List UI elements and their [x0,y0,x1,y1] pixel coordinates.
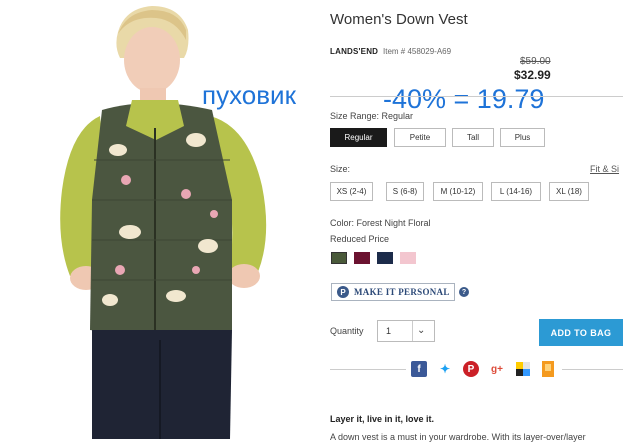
size-range-petite-button[interactable]: Petite [394,128,446,147]
size-s-button[interactable]: S (6-8) [386,182,424,201]
share-divider-right [562,369,623,370]
brand-logo: LANDS'END [330,47,379,56]
size-range-regular-button[interactable]: Regular [330,128,387,147]
size-range-label: Size Range: Regular [330,111,414,121]
quantity-label: Quantity [330,326,364,336]
product-title: Women's Down Vest [330,11,468,28]
russian-overlay-text: пуховик [202,80,296,110]
size-m-button[interactable]: M (10-12) [433,182,483,201]
divider [330,96,623,97]
size-xl-button[interactable]: XL (18) [549,182,589,201]
size-range-tall-button[interactable]: Tall [452,128,494,147]
bookmark-icon[interactable] [540,361,556,377]
size-range-plus-button[interactable]: Plus [500,128,545,147]
size-xs-button[interactable]: XS (2-4) [330,182,373,201]
chevron-down-icon: ⌄ [417,325,426,336]
facebook-icon[interactable]: f [411,361,427,377]
help-icon[interactable]: ? [459,287,469,297]
product-photo [0,0,318,439]
delicious-icon[interactable] [515,361,531,377]
swatch-burgundy[interactable] [354,252,370,264]
color-label: Color: Forest Night Floral [330,218,431,228]
make-it-personal-label: MAKE IT PERSONAL [354,287,450,297]
quantity-select[interactable]: 1 ⌄ [377,320,435,342]
sale-price: $32.99 [514,68,551,82]
size-label: Size: [330,164,351,174]
google-plus-icon[interactable]: g+ [489,361,505,377]
item-number: Item # 458029-A69 [383,47,452,56]
description-heading: Layer it, live in it, love it. [330,414,435,424]
personalize-icon: P [337,286,349,298]
swatch-navy-floral[interactable] [377,252,393,264]
description-body: A down vest is a must in your wardrobe. … [330,432,586,442]
fit-and-size-link[interactable]: Fit & Si [590,164,619,174]
quantity-value: 1 [386,326,392,336]
original-price: $59.00 [520,56,551,67]
pinterest-icon[interactable]: P [463,361,479,377]
add-to-bag-button[interactable]: ADD TO BAG [539,319,623,346]
quantity-divider [412,321,413,341]
swatch-pink-floral[interactable] [400,252,416,264]
size-l-button[interactable]: L (14-16) [491,182,541,201]
swatch-forest-night-floral[interactable] [331,252,347,264]
share-divider-left [330,369,406,370]
twitter-icon[interactable]: ✦ [437,361,453,377]
make-it-personal-button[interactable]: P MAKE IT PERSONAL [331,283,455,301]
reduced-price-label: Reduced Price [330,234,390,244]
